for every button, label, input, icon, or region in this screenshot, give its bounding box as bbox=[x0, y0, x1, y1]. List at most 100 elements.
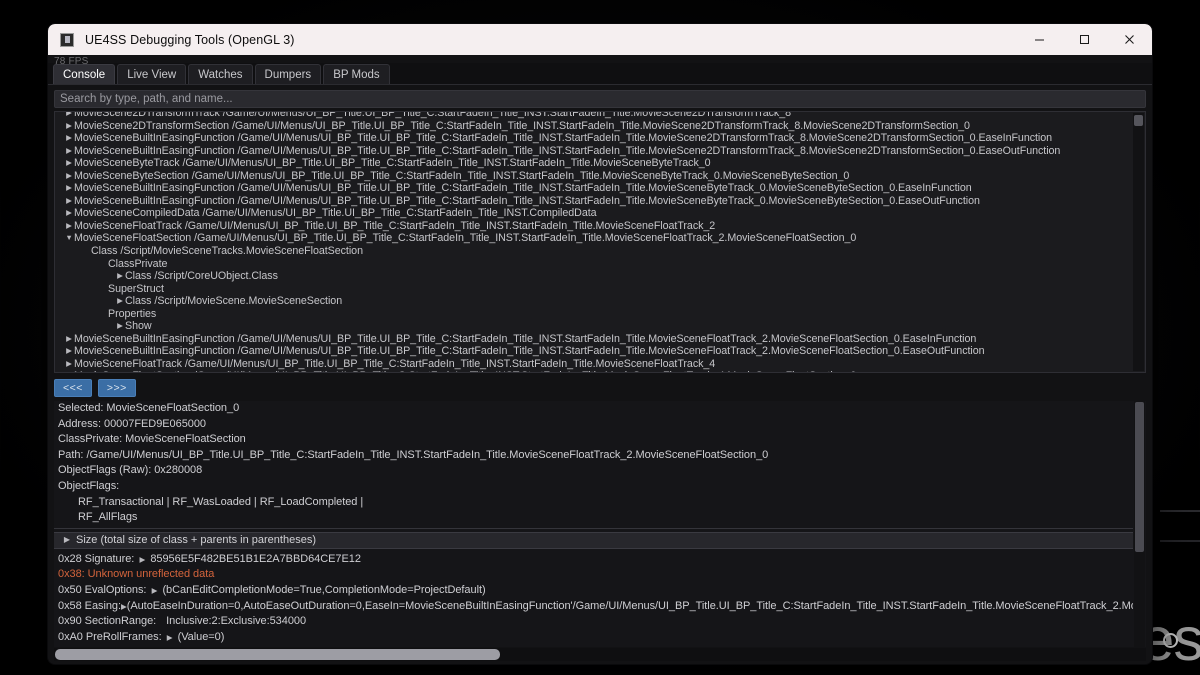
tree-item[interactable]: ▶ Class /Script/MovieScene.MovieSceneSect… bbox=[55, 295, 1132, 308]
details-panel: Selected: MovieSceneFloatSection_0 Addres… bbox=[54, 401, 1146, 647]
chevron-right-icon[interactable]: ▶ bbox=[64, 170, 74, 183]
details-vertical-scrollbar[interactable] bbox=[1134, 401, 1145, 647]
chevron-right-icon[interactable]: ▶ bbox=[166, 645, 182, 647]
tree-item[interactable]: ▶ MovieSceneByteTrack /Game/UI/Menus/UI_B… bbox=[55, 157, 1132, 170]
minimize-icon bbox=[1035, 39, 1044, 41]
tree-item[interactable]: ▶ MovieSceneBuiltInEasingFunction /Game/U… bbox=[55, 145, 1132, 158]
property-row[interactable]: 0x58 Easing: ▶ (AutoEaseInDuration=0,AutoE… bbox=[54, 599, 1133, 615]
tree-item[interactable]: SuperStruct bbox=[55, 283, 1132, 296]
nav-forward-button[interactable]: >>> bbox=[97, 379, 136, 397]
property-row[interactable]: 0x50 EvalOptions: ▶ (bCanEditCompletionMod… bbox=[54, 583, 1133, 599]
property-row[interactable]: 0x38: Unknown unreflected data bbox=[54, 567, 1133, 583]
horizontal-scrollbar[interactable] bbox=[54, 648, 1146, 661]
tree-item[interactable]: ▶MovieSceneFloatSection /Game/UI/Menus/U… bbox=[55, 370, 1132, 372]
maximize-icon bbox=[1080, 35, 1089, 44]
search-input[interactable] bbox=[54, 90, 1146, 108]
navigation-row: <<< >>> bbox=[48, 373, 1152, 401]
minimize-button[interactable] bbox=[1017, 24, 1062, 55]
nav-back-button[interactable]: <<< bbox=[54, 379, 92, 397]
app-window: UE4SS Debugging Tools (OpenGL 3) 78 FPS … bbox=[48, 24, 1152, 664]
tree-item[interactable]: ▶ MovieSceneBuiltInEasingFunction /Game/U… bbox=[55, 132, 1132, 145]
tree-item[interactable]: Properties bbox=[55, 308, 1132, 321]
details-line: RF_AllFlags bbox=[78, 511, 138, 524]
title-bar[interactable]: UE4SS Debugging Tools (OpenGL 3) bbox=[48, 24, 1152, 55]
property-value: (AutoEaseInDuration=0,AutoEaseOutDuratio… bbox=[126, 599, 1133, 612]
property-row[interactable]: 0xA0 PreRollFrames: ▶ (Value=0) bbox=[54, 630, 1133, 646]
horizontal-scrollbar-thumb[interactable] bbox=[55, 649, 500, 660]
tree-item[interactable]: ▶ MovieSceneCompiledData /Game/UI/Menus/U… bbox=[55, 207, 1132, 220]
tree-item[interactable]: ▼ MovieSceneFloatSection /Game/UI/Menus/U… bbox=[55, 232, 1132, 245]
chevron-right-icon[interactable]: ▶ bbox=[64, 220, 74, 233]
close-icon bbox=[1125, 35, 1134, 44]
chevron-right-icon[interactable]: ▶ bbox=[64, 132, 74, 145]
tree-item[interactable]: ▶ MovieSceneBuiltInEasingFunction /Game/U… bbox=[55, 345, 1132, 358]
chevron-right-icon[interactable]: ▶ bbox=[115, 295, 125, 308]
tab-watches[interactable]: Watches bbox=[188, 64, 253, 84]
tab-dumpers[interactable]: Dumpers bbox=[254, 64, 322, 84]
object-tree-list: ▶ MovieScene2DTransformTrack /Game/UI/Men… bbox=[55, 112, 1132, 372]
chevron-right-icon[interactable]: ▶ bbox=[64, 182, 74, 195]
tree-scrollbar-thumb[interactable] bbox=[1134, 115, 1143, 126]
chevron-right-icon[interactable]: ▶ bbox=[64, 207, 74, 220]
tree-vertical-scrollbar[interactable] bbox=[1133, 113, 1144, 371]
tree-item-label: SuperStruct bbox=[108, 282, 164, 295]
size-section-header[interactable]: ▶ Size (total size of class + parents in… bbox=[54, 531, 1133, 549]
chevron-right-icon[interactable]: ▶ bbox=[64, 195, 74, 208]
background-edge-strip-bottom bbox=[1160, 540, 1200, 542]
property-row[interactable]: 0x28 Signature: ▶ 85956E5F482BE51B1E2A7BBD… bbox=[54, 552, 1133, 568]
property-value: Inclusive:2:Exclusive:534000 bbox=[166, 615, 307, 628]
tree-item[interactable]: ▶ MovieSceneBuiltInEasingFunction /Game/U… bbox=[55, 195, 1132, 208]
property-value: (bCanEditCompletionMode=True,CompletionM… bbox=[162, 583, 486, 596]
chevron-right-icon[interactable]: ▶ bbox=[64, 112, 74, 120]
property-row[interactable]: 0x90 SectionRange: Inclusive:2:Exclusive:… bbox=[54, 614, 1133, 630]
tree-item[interactable]: ▶ MovieScene2DTransformTrack /Game/UI/Men… bbox=[55, 112, 1132, 120]
tree-item[interactable]: ▶ MovieSceneFloatTrack /Game/UI/Menus/UI_… bbox=[55, 220, 1132, 233]
chevron-down-icon[interactable]: ▼ bbox=[64, 232, 74, 245]
tree-item-label: MovieSceneCompiledData /Game/UI/Menus/UI… bbox=[74, 207, 597, 220]
tree-item[interactable]: ▶ MovieSceneFloatTrack /Game/UI/Menus/UI_… bbox=[55, 358, 1132, 371]
chevron-right-icon[interactable]: ▶ bbox=[134, 552, 150, 568]
tree-item[interactable]: ▶ MovieSceneByteSection /Game/UI/Menus/UI… bbox=[55, 170, 1132, 183]
tree-item[interactable]: ▶ MovieSceneBuiltInEasingFunction /Game/U… bbox=[55, 333, 1132, 346]
tree-item[interactable]: ClassPrivate bbox=[55, 258, 1132, 271]
tree-item-label: MovieSceneBuiltInEasingFunction /Game/UI… bbox=[74, 332, 977, 345]
chevron-right-icon[interactable]: ▶ bbox=[64, 358, 74, 371]
tree-item[interactable]: ▶ Class /Script/CoreUObject.Class bbox=[55, 270, 1132, 283]
chevron-right-icon[interactable]: ▶ bbox=[115, 320, 125, 333]
details-viewport[interactable]: Selected: MovieSceneFloatSection_0 Addres… bbox=[54, 401, 1133, 647]
property-key: 0x50 EvalOptions: bbox=[58, 583, 147, 596]
chevron-right-icon[interactable]: ▶ bbox=[64, 145, 74, 158]
tab-strip: Console Live View Watches Dumpers BP Mods bbox=[48, 63, 1152, 85]
chevron-right-icon[interactable]: ▶ bbox=[64, 370, 74, 372]
details-line: Address: 00007FED9E065000 bbox=[58, 417, 206, 430]
tree-item-label: MovieSceneBuiltInEasingFunction /Game/UI… bbox=[74, 345, 985, 358]
details-scrollbar-thumb[interactable] bbox=[1135, 402, 1144, 552]
close-button[interactable] bbox=[1107, 24, 1152, 55]
chevron-right-icon[interactable]: ▶ bbox=[115, 270, 125, 283]
tree-item[interactable]: Class /Script/MovieSceneTracks.MovieScen… bbox=[55, 245, 1132, 258]
property-row[interactable]: 0xA4 PostRollFrames:▶(Value=0) bbox=[54, 645, 1133, 647]
maximize-button[interactable] bbox=[1062, 24, 1107, 55]
tab-bp-mods[interactable]: BP Mods bbox=[323, 64, 390, 84]
tree-item[interactable]: ▶ MovieScene2DTransformSection /Game/UI/M… bbox=[55, 120, 1132, 133]
details-info-lines: Selected: MovieSceneFloatSection_0 Addres… bbox=[54, 401, 1133, 526]
tree-item-label: Properties bbox=[108, 307, 157, 320]
property-key: 0x90 SectionRange: bbox=[58, 615, 157, 628]
background-edge-strip-top bbox=[1160, 510, 1200, 512]
desktop-background: VGTimes UE4SS Debugging Tools (OpenGL 3) bbox=[0, 0, 1200, 675]
chevron-right-icon[interactable]: ▶ bbox=[64, 157, 74, 170]
chevron-right-icon[interactable]: ▶ bbox=[162, 630, 178, 646]
tree-item[interactable]: ▶ MovieSceneBuiltInEasingFunction /Game/U… bbox=[55, 182, 1132, 195]
chevron-right-icon[interactable]: ▶ bbox=[146, 583, 162, 599]
tree-item[interactable]: ▶ Show bbox=[55, 320, 1132, 333]
property-value: 85956E5F482BE51B1E2A7BBD64CE7E12 bbox=[150, 552, 361, 565]
window-title: UE4SS Debugging Tools (OpenGL 3) bbox=[85, 32, 295, 47]
tab-label: Console bbox=[63, 68, 106, 81]
object-tree-viewport[interactable]: ▶ MovieScene2DTransformTrack /Game/UI/Men… bbox=[55, 112, 1132, 372]
chevron-right-icon[interactable]: ▶ bbox=[64, 120, 74, 133]
tab-console[interactable]: Console bbox=[53, 64, 116, 84]
chevron-right-icon[interactable]: ▶ bbox=[64, 333, 74, 346]
tab-live-view[interactable]: Live View bbox=[117, 64, 187, 84]
chevron-right-icon[interactable]: ▶ bbox=[64, 345, 74, 358]
tab-label: BP Mods bbox=[333, 68, 380, 81]
